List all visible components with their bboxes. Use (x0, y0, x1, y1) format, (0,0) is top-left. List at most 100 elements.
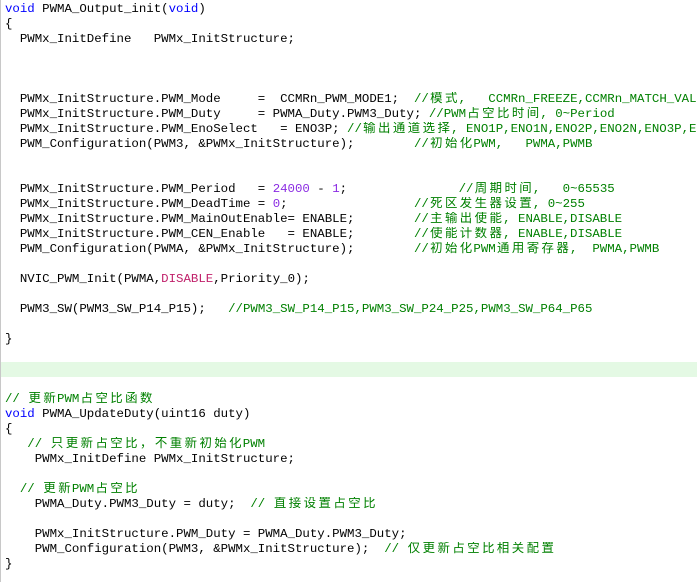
cjk-glyph: 使 (474, 212, 488, 226)
comment-text: // 更新PWM占空比函数 (5, 392, 153, 406)
code-text: } (5, 332, 13, 346)
comment-text: //模 式, CCMRn_FREEZE,CCMRn_MATCH_VAL (413, 92, 697, 106)
cjk-glyph: 存 (541, 242, 554, 256)
code-line[interactable] (1, 287, 697, 302)
code-line[interactable]: PWMx_InitStructure.PWM_Mode = CCMRn_PWM_… (1, 92, 697, 107)
code-line[interactable] (1, 62, 697, 77)
cjk-glyph: 占 (95, 437, 108, 451)
code-line[interactable] (1, 77, 697, 92)
code-line[interactable] (1, 347, 697, 362)
cjk-glyph: 器 (489, 227, 502, 241)
code-line[interactable]: PWMx_InitStructure.PWM_MainOutEnable= EN… (1, 212, 697, 227)
cjk-glyph: 化 (459, 242, 473, 256)
code-line[interactable]: { (1, 422, 697, 437)
code-text: { (5, 17, 13, 31)
code-line[interactable] (1, 377, 697, 392)
cjk-glyph: 式 (444, 92, 458, 106)
code-line[interactable]: PWM_Configuration(PWMA, &PWMx_InitStruct… (1, 242, 697, 257)
code-line[interactable]: PWMA_Duty.PWM3_Duty = duty; // 直接设置占空比 (1, 497, 697, 512)
code-line[interactable] (1, 152, 697, 167)
comment-text: //PWM3_SW_P14_P15,PWM3_SW_P24_P25,PWM3_S… (228, 302, 593, 316)
cjk-glyph: 空 (110, 437, 123, 451)
keyword-token: void (5, 407, 35, 421)
code-line[interactable] (1, 512, 697, 527)
code-text: PWMA_Duty.PWM3_Duty = duty; (5, 497, 251, 511)
cjk-glyph: 比 (125, 437, 138, 451)
code-line[interactable] (1, 167, 697, 182)
comment-text: // 只更新占空比，不重新初始化PWM (5, 437, 266, 451)
code-text: PWMx_InitStructure.PWM_CEN_Enable = ENAB… (5, 227, 414, 241)
comment-text: //PWM占空比时间, 0~Period (428, 107, 615, 121)
code-line[interactable] (1, 47, 697, 62)
comment-text: // 直接设置占空比 (250, 497, 376, 511)
code-text: ,Priority_0); (213, 272, 310, 286)
code-line[interactable]: // 只更新占空比，不重新初始化PWM (1, 437, 697, 452)
code-line[interactable]: void PWMA_UpdateDuty(uint16 duty) (1, 407, 697, 422)
cjk-glyph: 新 (437, 542, 450, 556)
code-line[interactable]: PWMx_InitStructure.PWM_DeadTime = 0; //死… (1, 197, 697, 212)
cjk-glyph: 更 (65, 437, 79, 451)
code-line[interactable]: PWM_Configuration(PWM3, &PWMx_InitStruct… (1, 137, 697, 152)
cjk-glyph: 计 (459, 227, 473, 241)
cjk-glyph: 接 (288, 497, 302, 511)
cjk-glyph: 比 (482, 542, 495, 556)
cjk-glyph: 数 (474, 227, 488, 241)
cjk-glyph: 置 (519, 197, 532, 211)
cjk-glyph: 主 (430, 212, 443, 226)
code-line[interactable] (1, 467, 697, 482)
code-line[interactable]: // 更新PWM占空比函数 (1, 392, 697, 407)
code-line[interactable]: } (1, 332, 697, 347)
code-line[interactable]: PWMx_InitDefine PWMx_InitStructure; (1, 32, 697, 47)
code-line[interactable]: PWMx_InitStructure.PWM_EnoSelect = ENO3P… (1, 122, 697, 137)
cjk-glyph: 空 (482, 107, 495, 121)
code-text: ; (339, 182, 459, 196)
cjk-glyph: 关 (511, 542, 525, 556)
code-line[interactable]: PWMx_InitStructure.PWM_Duty = PWMA_Duty.… (1, 527, 697, 542)
cjk-glyph: 选 (422, 122, 435, 136)
code-line[interactable]: NVIC_PWM_Init(PWMA,DISABLE,Priority_0); (1, 272, 697, 287)
code-line[interactable]: // 更新PWM占空比 (1, 482, 697, 497)
cjk-glyph: 化 (229, 437, 242, 451)
cjk-glyph: 比 (110, 392, 123, 406)
cjk-glyph: 仅 (407, 542, 421, 556)
code-line[interactable]: { (1, 17, 697, 32)
cjk-glyph: 占 (467, 107, 480, 121)
code-line[interactable]: PWMx_InitStructure.PWM_Period = 24000 - … (1, 182, 697, 197)
cjk-glyph: 函 (125, 392, 138, 406)
code-line[interactable]: void PWMA_Output_init(void) (1, 2, 697, 17)
comment-text: // 更新PWM占空比 (5, 482, 138, 496)
cjk-glyph: 新 (58, 482, 71, 496)
code-line[interactable] (1, 257, 697, 272)
cjk-glyph: 初 (430, 137, 443, 151)
cjk-glyph: 设 (504, 197, 517, 211)
code-line[interactable]: PWM3_SW(PWM3_SW_P14_P15); //PWM3_SW_P14_… (1, 302, 697, 317)
code-text: PWMA_Output_init( (34, 2, 169, 16)
code-text: PWM_Configuration(PWM3, &PWMx_InitStruct… (5, 542, 385, 556)
code-text: NVIC_PWM_Init(PWMA, (5, 272, 162, 286)
cjk-glyph: 寄 (526, 242, 540, 256)
cjk-glyph: 相 (496, 542, 510, 556)
code-line[interactable]: PWMx_InitStructure.PWM_CEN_Enable = ENAB… (1, 227, 697, 242)
cjk-glyph: 器 (489, 197, 502, 211)
code-line[interactable]: PWM_Configuration(PWM3, &PWMx_InitStruct… (1, 542, 697, 557)
comment-text: //周期时间, 0~65535 (458, 182, 615, 196)
code-text: ) (198, 2, 206, 16)
cjk-glyph: 时 (511, 107, 525, 121)
current-line-highlight[interactable] (1, 362, 697, 377)
code-line[interactable]: PWMx_InitDefine PWMx_InitStructure; (1, 452, 697, 467)
code-editor[interactable]: void PWMA_Output_init(void){ PWMx_InitDe… (0, 0, 697, 582)
cjk-glyph: 出 (459, 212, 473, 226)
cjk-glyph: 始 (214, 437, 227, 451)
code-text: PWM_Configuration(PWM3, &PWMx_InitStruct… (5, 137, 414, 151)
code-text: PWMx_InitStructure.PWM_Mode = CCMRn_PWM_… (5, 92, 414, 106)
code-line[interactable]: } (1, 557, 697, 572)
cjk-glyph: 设 (303, 497, 317, 511)
comment-text: //初始化PWM, PWMA,PWMB (413, 137, 593, 151)
cjk-glyph: 置 (318, 497, 331, 511)
keyword-token: void (168, 2, 199, 16)
cjk-glyph: 出 (378, 122, 391, 136)
code-line[interactable] (1, 317, 697, 332)
code-line[interactable]: PWMx_InitStructure.PWM_Duty = PWMA_Duty.… (1, 107, 697, 122)
code-text: { (5, 422, 13, 436)
cjk-glyph: ， (140, 437, 153, 451)
